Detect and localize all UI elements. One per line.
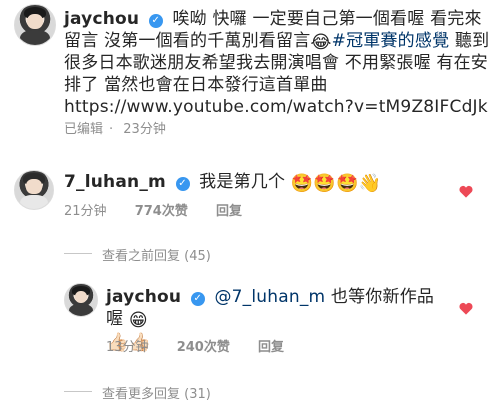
post-time: 23分钟 <box>123 122 166 137</box>
heart-icon[interactable] <box>459 185 473 198</box>
reply-meta: 13分钟 240次赞 回复 <box>106 336 308 355</box>
post-meta: 已编辑 · 23分钟 <box>64 122 166 137</box>
reply-likes[interactable]: 240次赞 <box>177 340 230 355</box>
comment-meta: 21分钟 774次赞 回复 <box>64 200 266 219</box>
reply-author-username[interactable]: jaychou <box>106 287 181 307</box>
commenter-avatar[interactable] <box>14 170 54 210</box>
star-struck-emojis: 🤩🤩🤩👋 <box>290 173 382 194</box>
commenter-username[interactable]: 7_luhan_m <box>64 172 166 192</box>
grinning-emoji: 😁 <box>128 310 148 331</box>
hashtag-link[interactable]: #冠軍賽的感覺 <box>332 31 450 51</box>
comment-luhan: 7_luhan_m ✓ 我是第几个 🤩🤩🤩👋 <box>64 171 444 193</box>
post-author-avatar[interactable] <box>14 4 56 46</box>
reply-author-avatar[interactable] <box>64 283 98 317</box>
reply-time: 13分钟 <box>106 340 149 355</box>
view-previous-replies[interactable]: 查看之前回复 (45) <box>102 245 211 264</box>
verified-badge-icon: ✓ <box>190 292 205 306</box>
youtube-link[interactable]: https://www.youtube.com/watch?v=tM9Z8IFC… <box>64 97 488 117</box>
comment-text: 我是第几个 <box>199 172 286 192</box>
heart-icon[interactable] <box>459 302 473 315</box>
reply-reply-button[interactable]: 回复 <box>258 340 284 355</box>
post-author-username[interactable]: jaychou <box>64 9 139 29</box>
laughing-emoji: 😂 <box>310 32 332 53</box>
divider-line <box>64 253 92 254</box>
divider-line <box>64 391 92 392</box>
verified-badge-icon: ✓ <box>148 14 163 28</box>
verified-badge-icon: ✓ <box>175 177 190 191</box>
comment-time: 21分钟 <box>64 204 107 219</box>
comment-likes[interactable]: 774次赞 <box>135 204 188 219</box>
view-more-replies[interactable]: 查看更多回复 (31) <box>102 383 211 402</box>
comment-reply-button[interactable]: 回复 <box>216 204 242 219</box>
edited-label: 已编辑 <box>64 122 104 137</box>
post-caption: jaychou ✓ 唉呦 快囉 一定要自己第一個看喔 看完來留言 沒第一個看的千… <box>64 8 490 118</box>
mention-link[interactable]: @7_luhan_m <box>214 287 325 307</box>
